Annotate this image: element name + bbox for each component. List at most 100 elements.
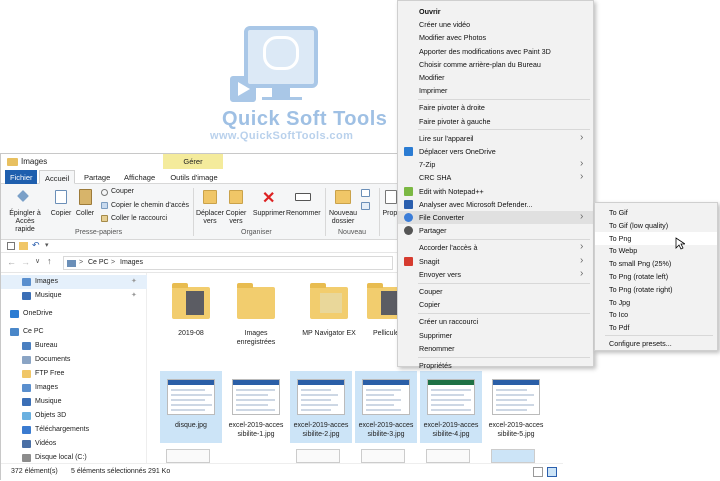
details-view-icon[interactable] bbox=[533, 467, 543, 477]
context-menu-item[interactable]: Faire pivoter à gauche bbox=[398, 115, 593, 128]
context-menu-item[interactable]: Faire pivoter à droite bbox=[398, 101, 593, 114]
tiles-view-icon[interactable] bbox=[547, 467, 557, 477]
context-menu-item[interactable]: Copier bbox=[398, 298, 593, 311]
context-menu-item[interactable]: Supprimer bbox=[398, 329, 593, 342]
copy-path-button[interactable]: Copier le chemin d'accès bbox=[111, 202, 189, 209]
nav-item[interactable]: Objets 3D bbox=[1, 409, 147, 423]
nav-item[interactable]: Images bbox=[1, 381, 147, 395]
recent-dropdown-icon[interactable]: ∨ bbox=[35, 257, 40, 265]
image-file-item[interactable]: excel-2019-acces sibilite-3.jpg bbox=[355, 371, 417, 443]
file-converter-option[interactable]: To Gif (low quality) bbox=[595, 219, 717, 232]
nav-item[interactable]: FTP Free bbox=[1, 367, 147, 381]
image-file-item[interactable]: excel-2019-acces sibilite-1.jpg bbox=[225, 371, 287, 443]
image-file-item[interactable]: disque.jpg bbox=[160, 371, 222, 443]
nav-item[interactable]: Musique ✦ bbox=[1, 289, 147, 303]
context-menu-item[interactable]: Déplacer vers OneDrive bbox=[398, 145, 593, 158]
nav-item[interactable]: Bureau bbox=[1, 339, 147, 353]
undo-icon[interactable]: ↶ bbox=[32, 240, 40, 251]
partial-thumbnail bbox=[296, 449, 340, 463]
address-box[interactable]: > Ce PC > Images bbox=[63, 256, 393, 270]
paste-shortcut-button[interactable]: Coller le raccourci bbox=[111, 215, 167, 222]
context-menu-item[interactable]: 7-Zip › bbox=[398, 158, 593, 171]
context-menu-item[interactable]: Envoyer vers › bbox=[398, 268, 593, 281]
file-converter-option[interactable]: Configure presets... bbox=[595, 337, 717, 350]
copy-button[interactable]: Copier bbox=[48, 210, 74, 217]
image-file-item[interactable]: excel-2019-acces sibilite-4.jpg bbox=[420, 371, 482, 443]
file-converter-option[interactable]: To Jpg bbox=[595, 296, 717, 309]
context-menu-item[interactable]: Créer un raccourci bbox=[398, 315, 593, 328]
pin-quick-access-button[interactable]: Épingler à Accès rapide bbox=[5, 210, 45, 234]
context-menu-item[interactable]: CRC SHA › bbox=[398, 171, 593, 184]
tab-fichier[interactable]: Fichier bbox=[5, 170, 37, 184]
up-arrow-icon[interactable]: ↑ bbox=[47, 256, 52, 266]
file-name-line: sibilite-3.jpg bbox=[367, 431, 405, 438]
context-menu-item[interactable]: Ouvrir bbox=[398, 5, 593, 18]
thumbnail-line bbox=[301, 404, 338, 406]
file-name-line: excel-2019-acces bbox=[358, 422, 414, 429]
qat-customize-icon[interactable]: ▾ bbox=[45, 241, 49, 249]
context-menu-item[interactable]: Lire sur l'appareil › bbox=[398, 132, 593, 145]
back-arrow-icon[interactable]: ← bbox=[7, 257, 16, 267]
breadcrumb-images[interactable]: Images bbox=[120, 259, 143, 266]
delete-button[interactable]: Supprimer bbox=[251, 210, 287, 217]
nav-item[interactable]: OneDrive bbox=[1, 307, 147, 321]
file-name-line: disque.jpg bbox=[175, 422, 207, 429]
new-folder-qat-icon[interactable] bbox=[19, 242, 28, 250]
context-menu-item[interactable]: Couper bbox=[398, 285, 593, 298]
context-menu-item-label: Snagit bbox=[419, 256, 440, 266]
nav-item[interactable]: Documents bbox=[1, 353, 147, 367]
context-menu-item[interactable]: Choisir comme arrière-plan du Bureau bbox=[398, 58, 593, 71]
context-menu-item[interactable]: Apporter des modifications avec Paint 3D bbox=[398, 45, 593, 58]
image-file-item[interactable]: excel-2019-acces sibilite-2.jpg bbox=[290, 371, 352, 443]
file-converter-option[interactable]: To Ico bbox=[595, 308, 717, 321]
tab-partage[interactable]: Partage bbox=[79, 170, 115, 184]
file-converter-option[interactable]: To Pdf bbox=[595, 321, 717, 334]
file-converter-option[interactable]: To Png bbox=[595, 231, 717, 245]
breadcrumb-pc[interactable]: Ce PC bbox=[88, 259, 109, 266]
folder-tab bbox=[310, 283, 326, 288]
folder-item[interactable]: 2019-08 bbox=[160, 279, 222, 351]
forward-arrow-icon[interactable]: → bbox=[21, 257, 30, 267]
context-menu-item[interactable]: Edit with Notepad++ bbox=[398, 185, 593, 198]
file-converter-submenu: To Gif To Gif (low quality) To Png To Webp T… bbox=[594, 202, 718, 351]
context-menu-item[interactable]: Modifier avec Photos bbox=[398, 31, 593, 44]
pin-icon bbox=[17, 190, 29, 202]
context-menu-item[interactable]: Modifier bbox=[398, 71, 593, 84]
nav-item[interactable]: Musique bbox=[1, 395, 147, 409]
nav-item[interactable]: Images ✦ bbox=[1, 275, 147, 289]
context-menu-item[interactable]: Renommer bbox=[398, 342, 593, 355]
nav-item[interactable]: Vidéos bbox=[1, 437, 147, 451]
file-converter-option[interactable]: To Png (rotate left) bbox=[595, 270, 717, 283]
folder-item[interactable]: Images enregistrées bbox=[225, 279, 287, 351]
context-menu-item[interactable]: Propriétés bbox=[398, 359, 593, 372]
folder-preview-thumbnail bbox=[186, 291, 204, 315]
nav-item[interactable]: Téléchargements bbox=[1, 423, 147, 437]
image-file-item[interactable]: excel-2019-acces sibilite-5.jpg bbox=[485, 371, 547, 443]
nav-item[interactable]: Ce PC bbox=[1, 325, 147, 339]
tab-outils-image[interactable]: Outils d'image bbox=[165, 170, 223, 184]
context-menu-item[interactable]: File Converter › bbox=[398, 211, 593, 224]
context-menu-item[interactable]: Analyser avec Microsoft Defender... bbox=[398, 198, 593, 211]
context-menu-item[interactable]: Créer une vidéo bbox=[398, 18, 593, 31]
properties-check-icon[interactable] bbox=[7, 242, 15, 250]
rename-button[interactable]: Renommer bbox=[286, 210, 321, 217]
copy-to-button[interactable]: Copier vers bbox=[221, 210, 251, 226]
tab-affichage[interactable]: Affichage bbox=[119, 170, 160, 184]
thumbnail-line bbox=[496, 389, 527, 391]
context-menu-item[interactable]: Imprimer bbox=[398, 84, 593, 97]
tab-accueil[interactable]: Accueil bbox=[39, 170, 76, 184]
paste-button[interactable]: Coller bbox=[73, 210, 97, 217]
folder-item[interactable]: MP Navigator EX bbox=[298, 279, 360, 351]
context-menu-item[interactable]: Accorder l'accès à › bbox=[398, 241, 593, 254]
file-converter-option[interactable]: To Webp bbox=[595, 244, 717, 257]
context-menu-item[interactable]: Snagit › bbox=[398, 255, 593, 268]
menu-separator bbox=[418, 312, 590, 314]
new-folder-button[interactable]: Nouveau dossier bbox=[327, 210, 359, 226]
context-menu-item-label: Faire pivoter à gauche bbox=[419, 116, 491, 126]
file-converter-option[interactable]: To Png (rotate right) bbox=[595, 283, 717, 296]
file-converter-option[interactable]: To small Png (25%) bbox=[595, 257, 717, 270]
context-menu-item[interactable]: Partager bbox=[398, 224, 593, 237]
file-name-line: excel-2019-acces bbox=[423, 422, 479, 429]
cut-button[interactable]: Couper bbox=[111, 188, 134, 195]
file-converter-option[interactable]: To Gif bbox=[595, 206, 717, 219]
